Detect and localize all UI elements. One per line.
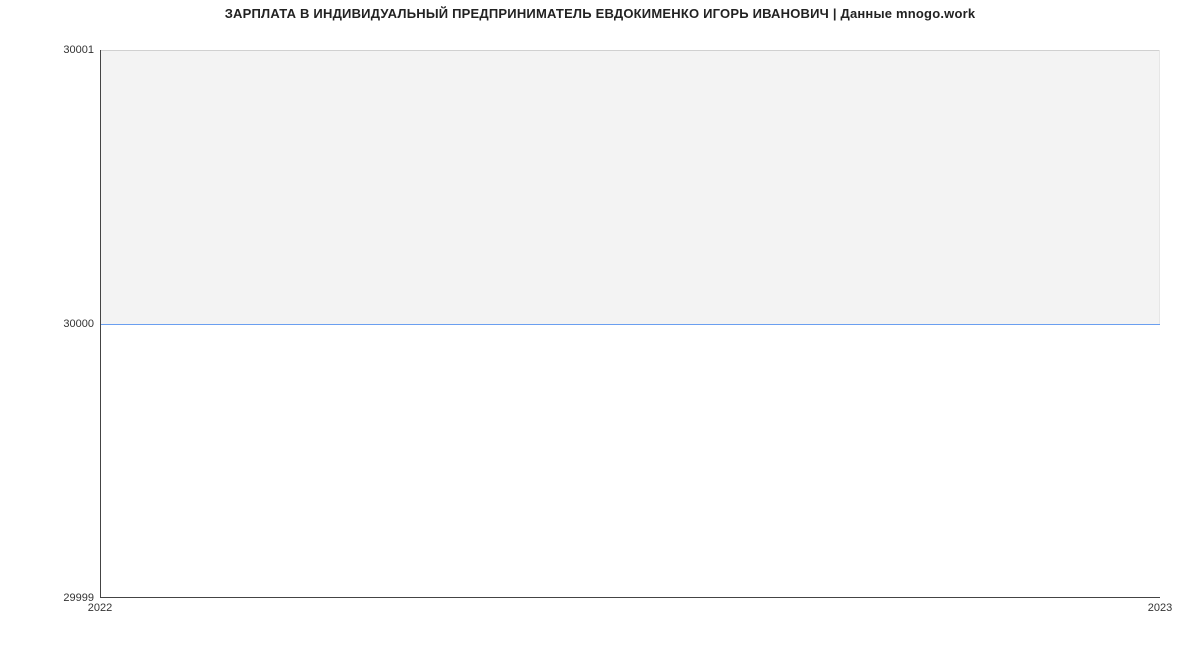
chart-title: ЗАРПЛАТА В ИНДИВИДУАЛЬНЫЙ ПРЕДПРИНИМАТЕЛ… (0, 6, 1200, 21)
x-tick-right: 2023 (1148, 602, 1172, 614)
y-tick-middle: 30000 (4, 318, 94, 330)
y-tick-bottom: 29999 (4, 592, 94, 604)
x-tick-left: 2022 (88, 602, 112, 614)
gridline-top (101, 50, 1160, 51)
plot-right-edge (1159, 50, 1160, 324)
y-tick-top: 30001 (4, 44, 94, 56)
series-salary-line (101, 324, 1160, 325)
salary-chart: ЗАРПЛАТА В ИНДИВИДУАЛЬНЫЙ ПРЕДПРИНИМАТЕЛ… (0, 0, 1200, 650)
plot-area (100, 50, 1160, 598)
background-band (101, 50, 1160, 324)
